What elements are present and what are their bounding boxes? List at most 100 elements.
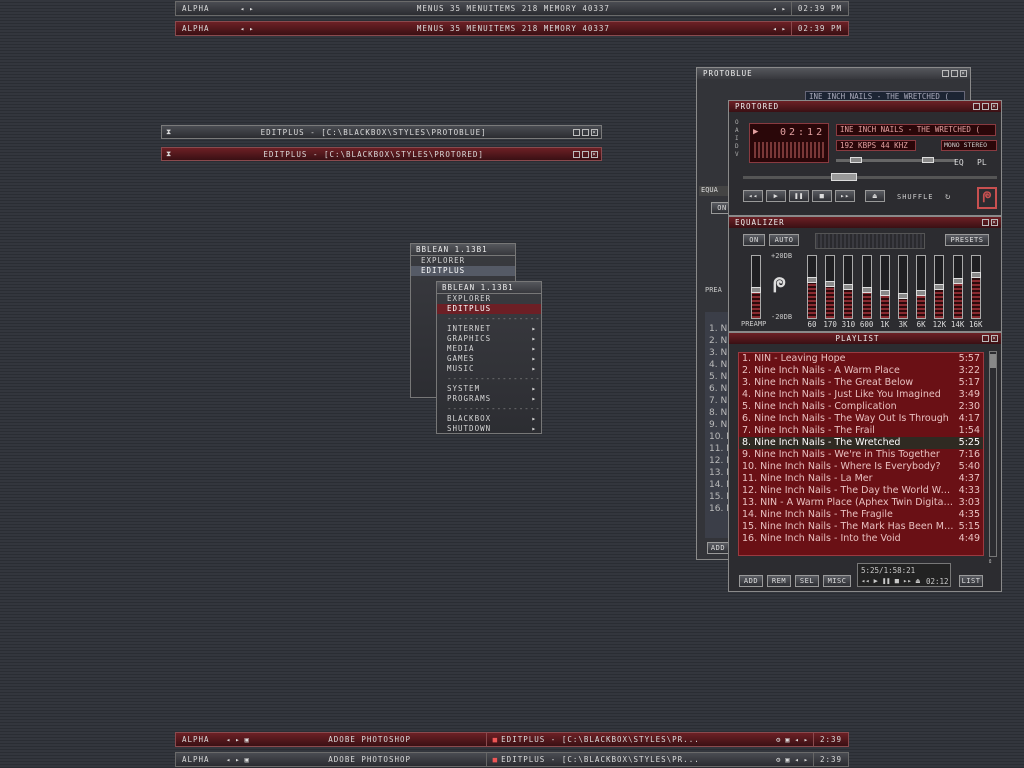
tray-icon[interactable]: ⚙ bbox=[776, 756, 781, 764]
playlist-row[interactable]: 5. Nine Inch Nails - Complication 2:30 bbox=[739, 401, 983, 413]
workspace-arrows[interactable]: ◂ ▸ ▣ bbox=[222, 736, 254, 744]
maximize-icon[interactable] bbox=[982, 103, 989, 110]
tray-controls[interactable]: ⚙ ▣ ◂ ▸ bbox=[772, 736, 813, 744]
task-photoshop[interactable]: ADOBE PHOTOSHOP bbox=[254, 733, 486, 746]
clutterbar[interactable]: O A I D V bbox=[735, 119, 743, 159]
arrow-right-icon[interactable]: ▸ bbox=[235, 756, 240, 764]
slider-knob[interactable] bbox=[807, 276, 817, 283]
playlist-row[interactable]: 14. Nine Inch Nails - The Fragile 4:35 bbox=[739, 509, 983, 521]
balance-knob[interactable] bbox=[922, 157, 934, 163]
arrow-left-icon[interactable]: ◂ bbox=[226, 736, 231, 744]
eq-presets-button[interactable]: PRESETS bbox=[945, 234, 989, 246]
playlist-row[interactable]: 13. NIN - A Warm Place (Aphex Twin Digit… bbox=[739, 497, 983, 509]
minimize-icon[interactable]: _ bbox=[973, 103, 980, 110]
tray-icon[interactable]: ▣ bbox=[785, 756, 790, 764]
arrow-right-icon[interactable]: ▸ bbox=[235, 736, 240, 744]
eq-band-slider[interactable] bbox=[916, 255, 927, 319]
slider-knob[interactable] bbox=[952, 277, 963, 284]
playlist-row[interactable]: 12. Nine Inch Nails - The Day the World … bbox=[739, 485, 983, 497]
menu-item-explorer[interactable]: EXPLORER bbox=[411, 256, 515, 266]
playlist-row[interactable]: 2. Nine Inch Nails - A Warm Place 3:22 bbox=[739, 365, 983, 377]
eq-on-button[interactable]: ON bbox=[743, 234, 765, 246]
menu-item-system[interactable]: SYSTEM ▸ bbox=[437, 384, 541, 394]
playlist-row[interactable]: 16. Nine Inch Nails - Into the Void 4:49 bbox=[739, 533, 983, 545]
preamp-slider[interactable] bbox=[751, 255, 761, 319]
menu-item-media[interactable]: MEDIA ▸ bbox=[437, 344, 541, 354]
task-editplus[interactable]: ■ EDITPLUS - [C:\BLACKBOX\STYLES\PR... bbox=[485, 733, 772, 746]
maximize-icon[interactable] bbox=[582, 128, 589, 136]
repeat-icon[interactable]: ↻ bbox=[945, 192, 950, 202]
playlist-toggle[interactable]: PL bbox=[977, 158, 987, 167]
close-icon[interactable]: × bbox=[991, 335, 998, 342]
scroll-arrows-icon[interactable]: ⇕ bbox=[988, 557, 992, 565]
arrow-left-icon[interactable]: ◂ bbox=[226, 756, 231, 764]
workspace-arrows[interactable]: ◂ ▸ bbox=[236, 5, 258, 13]
seek-bar[interactable] bbox=[743, 173, 997, 181]
slider-knob[interactable] bbox=[934, 284, 945, 290]
eq-auto-button[interactable]: AUTO bbox=[769, 234, 799, 246]
arrow-left-icon[interactable]: ◂ bbox=[240, 5, 245, 13]
play-button[interactable]: ▶ bbox=[766, 190, 786, 202]
playlist-row[interactable]: 1. NIN - Leaving Hope 5:57 bbox=[739, 353, 983, 365]
menu-item-shutdown[interactable]: SHUTDOWN ▸ bbox=[437, 424, 541, 434]
arrow-right-icon[interactable]: ▸ bbox=[249, 25, 254, 33]
balance-slider[interactable] bbox=[914, 157, 944, 163]
playlist-scrollbar[interactable] bbox=[989, 351, 997, 557]
menu-item-editplus[interactable]: EDITPLUS bbox=[411, 266, 515, 276]
playlist-row[interactable]: 11. Nine Inch Nails - La Mer 4:37 bbox=[739, 473, 983, 485]
previous-button[interactable]: ◂◂ bbox=[743, 190, 763, 202]
arrow-left-icon[interactable]: ◂ bbox=[772, 25, 777, 33]
scrollbar-thumb[interactable] bbox=[990, 354, 996, 368]
menu-item-music[interactable]: MUSIC ▸ bbox=[437, 364, 541, 374]
eq-band-slider[interactable] bbox=[807, 255, 817, 319]
menu-item-editplus[interactable]: EDITPLUS bbox=[437, 304, 541, 314]
slider-knob[interactable] bbox=[916, 290, 927, 297]
shuffle-toggle[interactable]: SHUFFLE bbox=[897, 193, 934, 201]
window-arrows[interactable]: ◂ ▸ bbox=[768, 5, 790, 13]
playlist-row[interactable]: 7. Nine Inch Nails - The Frail 1:54 bbox=[739, 425, 983, 437]
tray-icon[interactable]: ▣ bbox=[785, 736, 790, 744]
slider-knob[interactable] bbox=[861, 287, 872, 294]
slider-knob[interactable] bbox=[825, 280, 836, 287]
tray-icon[interactable]: ▣ bbox=[244, 736, 249, 744]
minimize-icon[interactable]: _ bbox=[573, 150, 580, 158]
eq-band-slider[interactable] bbox=[825, 255, 836, 319]
maximize-icon[interactable] bbox=[982, 335, 989, 342]
task-photoshop[interactable]: ADOBE PHOTOSHOP bbox=[254, 753, 486, 766]
playlist-row[interactable]: 10. Nine Inch Nails - Where Is Everybody… bbox=[739, 461, 983, 473]
menu-item-graphics[interactable]: GRAPHICS ▸ bbox=[437, 334, 541, 344]
add-button[interactable]: ADD bbox=[739, 575, 763, 587]
slider-knob[interactable] bbox=[898, 293, 908, 300]
playlist-title-bar[interactable]: PLAYLIST × bbox=[729, 333, 1001, 344]
eq-band-slider[interactable] bbox=[861, 255, 872, 319]
menu-item-games[interactable]: GAMES ▸ bbox=[437, 354, 541, 364]
menu-item-explorer[interactable]: EXPLORER bbox=[437, 294, 541, 304]
volume-knob[interactable] bbox=[850, 157, 862, 163]
seek-knob[interactable] bbox=[831, 173, 857, 181]
arrow-left-icon[interactable]: ◂ bbox=[240, 25, 245, 33]
close-icon[interactable]: × bbox=[991, 103, 998, 110]
list-button[interactable]: LIST bbox=[959, 575, 983, 587]
close-icon[interactable]: × bbox=[591, 150, 598, 158]
minimize-icon[interactable]: _ bbox=[942, 70, 949, 77]
playlist-row[interactable]: 8. Nine Inch Nails - The Wretched 5:25 bbox=[739, 437, 983, 449]
equalizer-title-bar[interactable]: EQUALIZER × bbox=[729, 217, 1001, 228]
playlist-row[interactable]: 3. Nine Inch Nails - The Great Below 5:17 bbox=[739, 377, 983, 389]
eq-band-slider[interactable] bbox=[970, 255, 981, 319]
close-icon[interactable]: × bbox=[591, 128, 598, 136]
arrow-left-icon[interactable]: ◂ bbox=[795, 736, 800, 744]
tray-icon[interactable]: ▣ bbox=[244, 756, 249, 764]
stop-button[interactable]: ■ bbox=[812, 190, 832, 202]
slider-knob[interactable] bbox=[751, 287, 761, 294]
arrow-right-icon[interactable]: ▸ bbox=[782, 25, 787, 33]
eq-band-slider[interactable] bbox=[898, 255, 908, 319]
playlist-row[interactable]: 4. Nine Inch Nails - Just Like You Imagi… bbox=[739, 389, 983, 401]
winamp-title-bar[interactable]: PROTOBLUE _ × bbox=[697, 68, 970, 79]
playlist-row[interactable]: 9. Nine Inch Nails - We're in This Toget… bbox=[739, 449, 983, 461]
arrow-left-icon[interactable]: ◂ bbox=[772, 5, 777, 13]
playlist-row[interactable]: 6. Nine Inch Nails - The Way Out Is Thro… bbox=[739, 413, 983, 425]
close-icon[interactable]: × bbox=[991, 219, 998, 226]
maximize-icon[interactable] bbox=[982, 219, 989, 226]
slider-knob[interactable] bbox=[970, 271, 981, 278]
winamp-title-bar[interactable]: PROTORED _ × bbox=[729, 101, 1001, 112]
